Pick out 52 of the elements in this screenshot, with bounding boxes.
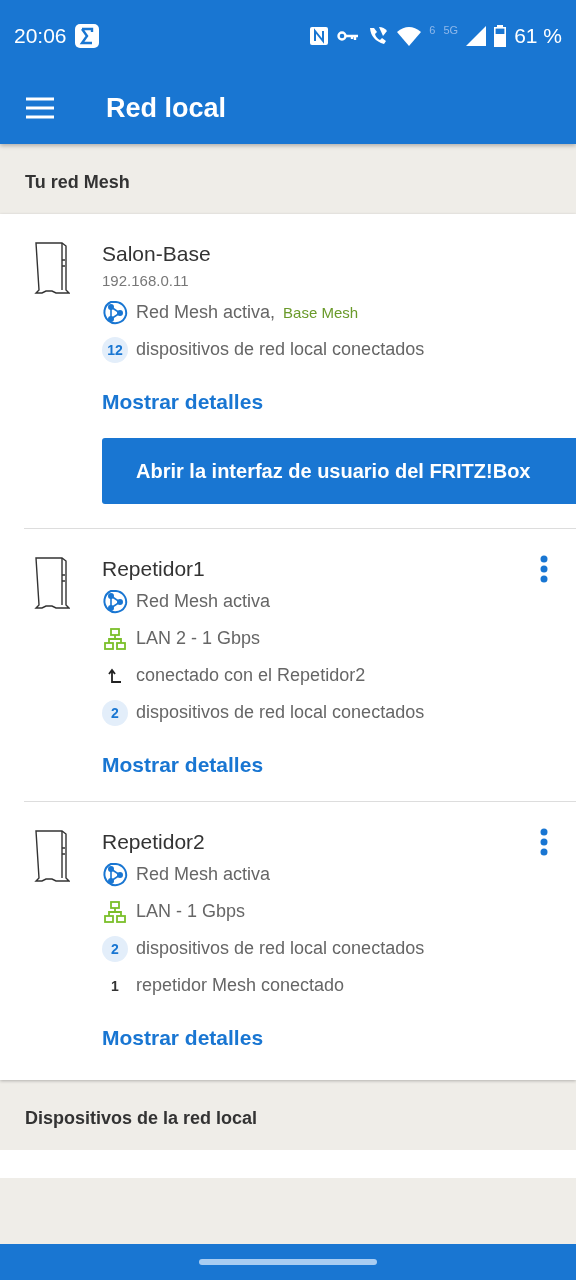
router-icon	[32, 828, 70, 884]
role-label: Base Mesh	[283, 304, 359, 321]
section-title: Tu red Mesh	[24, 171, 131, 194]
battery-icon	[494, 25, 507, 47]
sigma-icon	[74, 24, 99, 48]
details-link[interactable]: Mostrar detalles	[102, 1026, 264, 1050]
network-label: 6	[429, 24, 436, 36]
status-text: LAN 2 - 1 Gbps	[136, 628, 261, 649]
network-label: 5G	[443, 24, 459, 36]
mesh-icon	[102, 861, 128, 888]
status-text: Red Mesh activa	[136, 864, 271, 885]
status-text: LAN - 1 Gbps	[136, 901, 246, 922]
more-icon	[540, 828, 548, 856]
open-interface-button[interactable]: Abrir la interfaz de usuario del FRITZ!Box	[102, 438, 576, 504]
mesh-icon	[102, 588, 128, 615]
clock: 20:06	[14, 24, 67, 48]
signal-icon	[466, 26, 487, 46]
count-number: 1	[110, 977, 120, 994]
home-handle[interactable]	[199, 1259, 377, 1265]
device-name: Salon-Base	[102, 241, 211, 267]
key-icon	[337, 29, 360, 43]
wifi-icon	[397, 26, 422, 46]
page-title: Red local	[106, 92, 227, 124]
status-text: repetidor Mesh conectado	[136, 975, 345, 996]
mesh-icon	[102, 299, 128, 326]
status-text: dispositivos de red local conectados	[136, 938, 425, 959]
device-name: Repetidor2	[102, 829, 205, 855]
status-text: conectado con el Repetidor2	[136, 665, 366, 686]
status-text: Red Mesh activa	[136, 591, 271, 612]
count-badge: 2	[102, 699, 128, 726]
device-name: Repetidor1	[102, 556, 205, 582]
details-link[interactable]: Mostrar detalles	[102, 753, 264, 777]
more-button[interactable]	[540, 555, 548, 583]
wifi-call-icon	[367, 25, 390, 47]
battery-level: 61 %	[514, 24, 562, 48]
count-badge: 2	[102, 935, 128, 962]
status-text: Red Mesh activa,	[136, 302, 276, 323]
router-icon	[32, 240, 70, 296]
network-icon	[103, 899, 127, 924]
ip-address: 192.168.0.11	[102, 271, 190, 291]
section-title: Dispositivos de la red local	[24, 1107, 259, 1130]
menu-button[interactable]	[24, 97, 56, 119]
router-icon	[32, 555, 70, 611]
status-text: dispositivos de red local conectados	[136, 702, 425, 723]
status-text: dispositivos de red local conectados	[136, 339, 425, 360]
details-link[interactable]: Mostrar detalles	[102, 390, 264, 414]
more-icon	[540, 555, 548, 583]
nfc-icon	[309, 26, 330, 46]
arrow-icon	[108, 667, 122, 684]
count-badge: 12	[102, 336, 128, 363]
network-icon	[103, 626, 127, 651]
more-button[interactable]	[540, 828, 548, 856]
